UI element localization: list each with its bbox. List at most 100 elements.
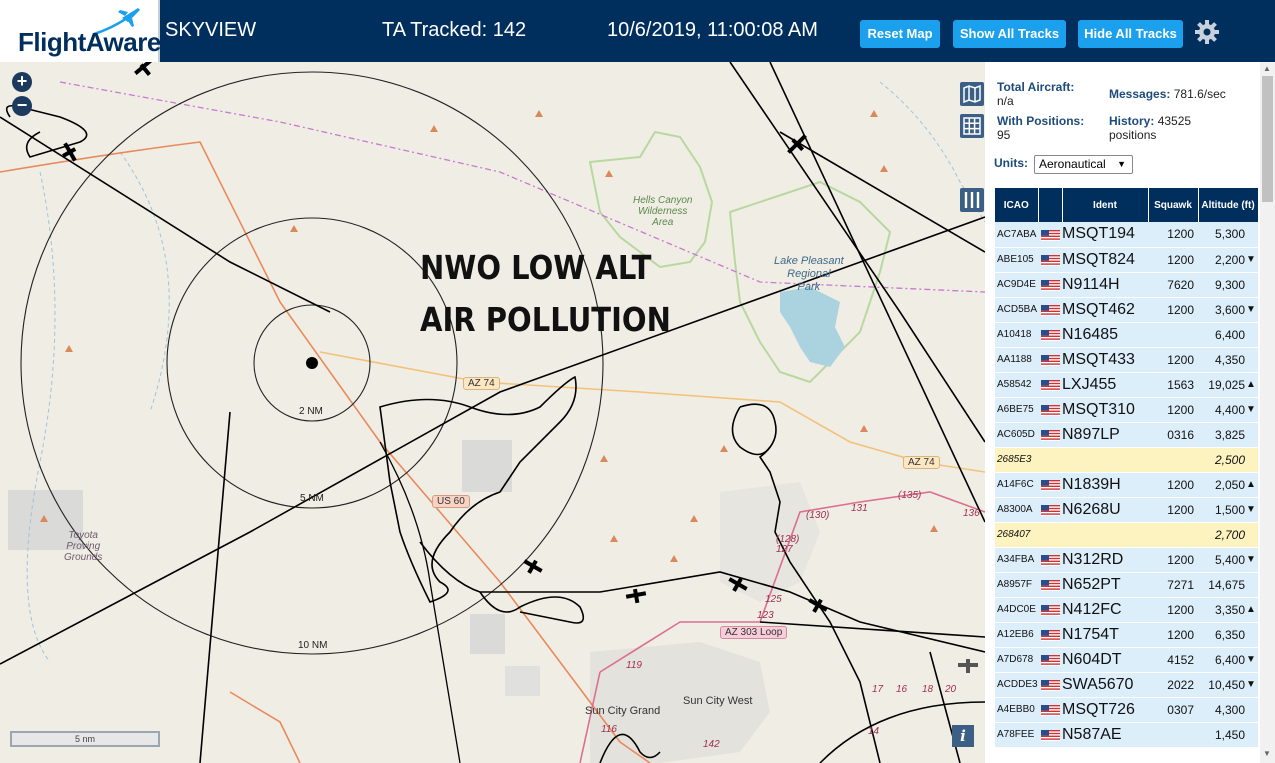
column-header-altitude[interactable]: Altitude (ft) [1198, 188, 1259, 222]
table-row[interactable]: AC605D N897LP 0316 3,825 [995, 422, 1259, 448]
column-header-squawk[interactable]: Squawk [1148, 188, 1199, 222]
table-row[interactable]: AC9D4E N9114H 7620 9,300 [995, 272, 1259, 298]
flag-cell [1038, 422, 1062, 448]
altitude-cell: 2,500 [1198, 447, 1246, 473]
table-row[interactable]: ABE105 MSQT824 1200 2,200 ▼ [995, 247, 1259, 273]
info-icon[interactable]: i [952, 725, 974, 747]
scroll-thumb[interactable] [1262, 76, 1273, 202]
messages-stat: Messages: 781.6/sec [1109, 87, 1226, 101]
current-datetime: 10/6/2019, 11:00:08 AM [607, 19, 818, 41]
track-loop [731, 406, 771, 456]
flag-cell [1038, 547, 1062, 573]
altitude-trend-icon [1246, 722, 1259, 748]
table-row[interactable]: 268407 2,700 [995, 522, 1259, 548]
table-row[interactable]: 2685E3 2,500 [995, 447, 1259, 473]
table-row[interactable]: ACD5BA MSQT462 1200 3,600 ▼ [995, 297, 1259, 323]
table-row[interactable]: ACDDE3 SWA5670 2022 10,450 ▼ [995, 672, 1259, 698]
hide-all-tracks-button[interactable]: Hide All Tracks [1078, 20, 1183, 48]
us-flag-icon [1041, 654, 1060, 666]
units-select[interactable]: Aeronautical ▼ [1034, 155, 1133, 174]
table-row[interactable]: A8300A N6268U 1200 1,500 ▼ [995, 497, 1259, 523]
table-row[interactable]: A34FBA N312RD 1200 5,400 ▼ [995, 547, 1259, 573]
history-value: 43525 [1157, 114, 1192, 128]
aircraft-icons[interactable] [58, 62, 978, 673]
ta-tracked-count: TA Tracked: 142 [382, 19, 527, 41]
squawk-cell [1148, 322, 1198, 348]
table-row[interactable]: AA1188 MSQT433 1200 4,350 [995, 347, 1259, 373]
track-line [199, 411, 231, 763]
map-view[interactable]: NWO LOW ALT AIR POLLUTION 2 NM 5 NM 10 N… [0, 62, 985, 763]
table-row[interactable]: A4DC0E N412FC 1200 3,350 ▲ [995, 597, 1259, 623]
annotation-line-1: NWO LOW ALT [420, 248, 652, 287]
table-row[interactable]: A4EBB0 MSQT726 0307 4,300 [995, 697, 1259, 723]
lake-pleasant-label: Lake Pleasant Regional Park [774, 255, 844, 293]
show-all-tracks-button[interactable]: Show All Tracks [953, 20, 1066, 48]
altitude-trend-icon: ▼ [1246, 547, 1259, 573]
hells-canyon-label: Hells Canyon Wilderness Area [633, 195, 693, 228]
table-row[interactable]: A6BE75 MSQT310 1200 4,400 ▼ [995, 397, 1259, 423]
column-header-icao[interactable]: ICAO [995, 188, 1039, 222]
route-number: 119 [626, 660, 642, 671]
columns-toggle-button[interactable] [960, 188, 984, 212]
sidebar-scrollbar[interactable]: ▲ ▼ [1260, 62, 1275, 763]
squawk-cell: 1563 [1148, 372, 1198, 398]
total-aircraft-value: n/a [997, 94, 1014, 108]
zoom-in-button[interactable]: + [12, 72, 32, 92]
icao-cell: A4DC0E [995, 597, 1038, 623]
scroll-up-icon[interactable]: ▲ [1263, 64, 1271, 73]
table-row[interactable]: A14F6C N1839H 1200 2,050 ▲ [995, 472, 1259, 498]
with-positions-stat: With Positions: 95 [997, 114, 1084, 142]
table-row[interactable]: A78FEE N587AE 1,450 [995, 722, 1259, 748]
total-aircraft-label: Total Aircraft: [997, 80, 1075, 94]
column-header-ident[interactable]: Ident [1062, 188, 1149, 222]
us-flag-icon [1041, 429, 1060, 441]
map-layer-icon [963, 84, 981, 104]
chevron-down-icon: ▼ [1117, 159, 1126, 169]
squawk-cell: 0316 [1148, 422, 1198, 448]
altitude-cell: 4,300 [1198, 697, 1246, 723]
map-canvas[interactable] [0, 62, 985, 763]
squawk-cell: 1200 [1148, 347, 1198, 373]
altitude-cell: 14,675 [1198, 572, 1246, 598]
altitude-cell: 6,400 [1198, 647, 1246, 673]
squawk-cell [1148, 447, 1198, 473]
zoom-out-button[interactable]: − [12, 96, 32, 116]
altitude-trend-icon: ▲ [1246, 372, 1259, 398]
squawk-cell: 1200 [1148, 472, 1198, 498]
route-number: 116 [601, 724, 617, 735]
skyview-app: FlightAware SKYVIEW TA Tracked: 142 10/6… [0, 0, 1275, 763]
scroll-down-icon[interactable]: ▼ [1263, 749, 1271, 758]
table-row[interactable]: A8957F N652PT 7271 14,675 [995, 572, 1259, 598]
altitude-cell: 3,350 [1198, 597, 1246, 623]
gear-icon[interactable] [1194, 19, 1220, 45]
range-label-2nm: 2 NM [299, 406, 323, 417]
route-number: 16 [896, 684, 908, 695]
az-74-shield: AZ 74 [463, 377, 500, 390]
altitude-cell: 5,400 [1198, 547, 1246, 573]
squawk-cell: 1200 [1148, 397, 1198, 423]
route-number: (130) [806, 510, 830, 521]
column-header-flag[interactable] [1038, 188, 1063, 222]
app-title: SKYVIEW [165, 19, 257, 41]
altitude-trend-icon [1246, 622, 1259, 648]
us-flag-icon [1041, 304, 1060, 316]
altitude-trend-icon: ▼ [1246, 672, 1259, 698]
route-number: 14 [868, 726, 880, 737]
table-row[interactable]: A12EB6 N1754T 1200 6,350 [995, 622, 1259, 648]
altitude-trend-icon [1246, 697, 1259, 723]
ident-cell: N16485 [1062, 322, 1148, 348]
squawk-cell: 1200 [1148, 297, 1198, 323]
map-layer-button[interactable] [960, 82, 984, 106]
table-row[interactable]: A7D678 N604DT 4152 6,400 ▼ [995, 647, 1259, 673]
grid-toggle-button[interactable] [960, 114, 984, 138]
table-row[interactable]: A10418 N16485 6,400 [995, 322, 1259, 348]
squawk-cell [1148, 722, 1198, 748]
altitude-trend-icon [1246, 347, 1259, 373]
table-row[interactable]: A58542 LXJ455 1563 19,025 ▲ [995, 372, 1259, 398]
altitude-cell: 6,400 [1198, 322, 1246, 348]
history-unit: positions [1109, 128, 1157, 142]
flag-cell [1038, 297, 1062, 323]
flightaware-logo[interactable]: FlightAware [0, 0, 161, 62]
table-row[interactable]: AC7ABA MSQT194 1200 5,300 [995, 222, 1259, 248]
reset-map-button[interactable]: Reset Map [860, 20, 940, 48]
